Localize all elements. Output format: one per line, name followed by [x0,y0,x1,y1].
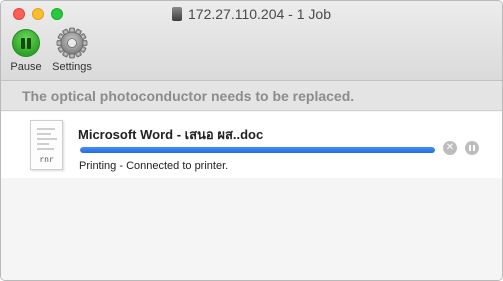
job-status: Printing - Connected to printer. [79,160,229,172]
pause-button[interactable]: Pause [8,29,44,73]
window-title: 172.27.110.204 - 1 Job [1,6,502,22]
gear-icon [56,27,88,59]
job-progress-fill [80,147,435,153]
job-name: Microsoft Word - เสนอ ผส..doc [78,127,264,142]
printer-icon [172,7,183,21]
job-progress-bar [80,147,435,153]
printer-alert: The optical photoconductor needs to be r… [1,81,502,111]
pause-icon [12,29,40,57]
title-bar: 172.27.110.204 - 1 Job Pause Settings [1,1,502,81]
job-list-empty-area [1,178,502,280]
settings-button[interactable]: Settings [49,27,95,73]
document-icon: rnr [30,120,63,170]
cancel-job-button[interactable]: ✕ [443,141,457,155]
pause-label: Pause [10,61,42,73]
document-icon-ext: rnr [39,155,54,164]
window-title-text: 172.27.110.204 - 1 Job [188,6,331,22]
job-row[interactable]: rnr Microsoft Word - เสนอ ผส..doc Printi… [1,112,502,178]
hold-job-button[interactable] [465,141,479,155]
print-queue-window: 172.27.110.204 - 1 Job Pause Settings Th… [0,0,503,281]
settings-label: Settings [52,61,92,73]
close-icon: ✕ [445,142,455,153]
